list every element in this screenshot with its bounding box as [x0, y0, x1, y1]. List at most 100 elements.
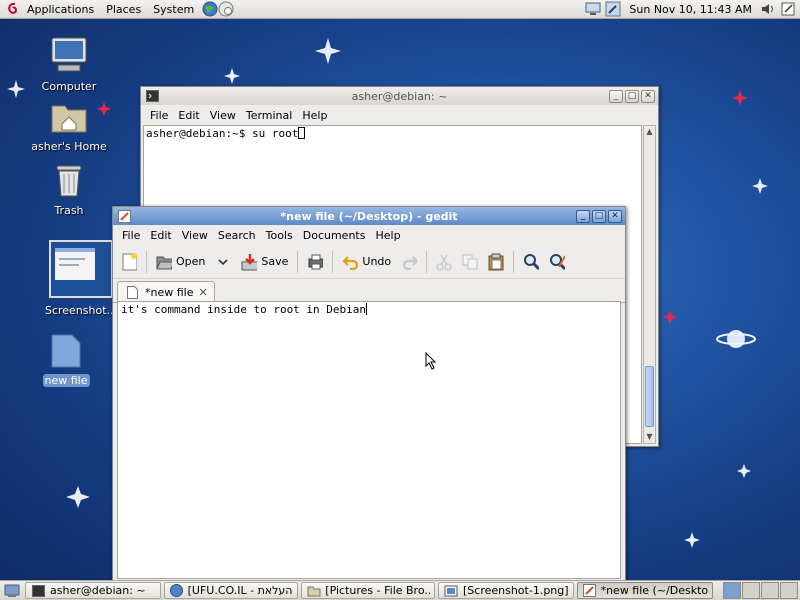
desktop-icon-home[interactable]: asher's Home — [28, 100, 110, 153]
undo-label: Undo — [362, 255, 392, 268]
new-document-button[interactable] — [117, 249, 141, 275]
gedit-icon — [582, 583, 597, 598]
paste-icon — [488, 253, 504, 270]
workspace-2[interactable] — [742, 582, 760, 599]
workspace-3[interactable] — [761, 582, 779, 599]
computer-icon — [28, 36, 110, 77]
open-button[interactable]: Open — [152, 249, 209, 275]
email-launcher-icon[interactable] — [218, 1, 234, 17]
save-icon — [241, 253, 258, 270]
maximize-button[interactable]: □ — [625, 89, 639, 103]
minimize-button[interactable]: _ — [576, 209, 590, 223]
desktop-icon-label: Screenshot... — [44, 304, 118, 317]
places-menu[interactable]: Places — [100, 3, 147, 16]
keyring-icon[interactable] — [605, 1, 621, 17]
scroll-up-arrow-icon[interactable]: ▲ — [644, 126, 655, 138]
find-replace-icon — [549, 253, 566, 270]
menu-help[interactable]: Help — [370, 229, 405, 242]
tab-label: *new file — [145, 286, 194, 299]
star-decor — [737, 464, 751, 478]
cut-button[interactable] — [432, 249, 456, 275]
desktop-icon-trash[interactable]: Trash — [28, 162, 110, 217]
web-browser-launcher-icon[interactable] — [202, 1, 218, 17]
print-button[interactable] — [303, 249, 327, 275]
gedit-menubar: File Edit View Search Tools Documents He… — [113, 225, 625, 245]
window-title: asher@debian: ~ — [351, 89, 448, 103]
debian-logo-icon[interactable] — [5, 1, 21, 17]
menu-search[interactable]: Search — [213, 229, 261, 242]
notes-applet-icon[interactable] — [780, 1, 796, 17]
save-button[interactable]: Save — [237, 249, 292, 275]
planet-decor — [716, 330, 756, 348]
toolbar-separator — [426, 250, 428, 273]
menu-help[interactable]: Help — [297, 109, 332, 122]
close-tab-icon[interactable]: ✕ — [199, 286, 208, 299]
maximize-button[interactable]: □ — [592, 209, 606, 223]
desktop-icon-computer[interactable]: Computer — [28, 36, 110, 93]
gedit-app-icon — [116, 208, 132, 224]
menu-edit[interactable]: Edit — [173, 109, 204, 122]
window-title: *new file (~/Desktop) - gedit — [280, 209, 458, 223]
scissors-icon — [436, 254, 452, 270]
recent-files-dropdown[interactable] — [211, 249, 235, 275]
paste-button[interactable] — [484, 249, 508, 275]
applications-menu[interactable]: Applications — [21, 3, 100, 16]
task-label: [UFU.CO.IL - העלאת... — [187, 584, 293, 597]
menu-file[interactable]: File — [117, 229, 145, 242]
menu-view[interactable]: View — [205, 109, 241, 122]
star-decor — [315, 38, 341, 64]
red-star-decor — [663, 310, 677, 324]
menu-view[interactable]: View — [177, 229, 213, 242]
workspace-1[interactable] — [723, 582, 741, 599]
tab-new-file[interactable]: *new file ✕ — [117, 281, 215, 303]
screenshot-thumbnail-icon — [40, 240, 122, 301]
terminal-icon — [30, 583, 46, 598]
desktop-icon-label: Trash — [54, 204, 84, 217]
redo-button[interactable] — [397, 249, 421, 275]
menu-file[interactable]: File — [145, 109, 173, 122]
gedit-titlebar[interactable]: *new file (~/Desktop) - gedit _ □ ✕ — [113, 207, 625, 225]
gedit-window[interactable]: *new file (~/Desktop) - gedit _ □ ✕ File… — [112, 206, 626, 582]
show-desktop-icon[interactable] — [2, 583, 22, 599]
desktop-icon-new-file[interactable]: new file — [25, 334, 107, 387]
scroll-down-arrow-icon[interactable]: ▼ — [644, 431, 655, 443]
document-icon — [124, 285, 140, 301]
system-menu[interactable]: System — [147, 3, 200, 16]
menu-tools[interactable]: Tools — [261, 229, 298, 242]
taskbar-item-terminal[interactable]: asher@debian: ~ — [25, 582, 161, 599]
menu-documents[interactable]: Documents — [298, 229, 371, 242]
terminal-titlebar[interactable]: asher@debian: ~ _ □ ✕ — [141, 87, 658, 105]
task-label: *new file (~/Deskto... — [600, 584, 708, 597]
task-label: [Pictures - File Bro... — [325, 584, 430, 597]
text-editor[interactable]: it's command inside to root in Debian — [117, 301, 621, 579]
scrollbar-thumb[interactable] — [645, 366, 654, 427]
toolbar-separator — [146, 250, 147, 273]
taskbar-item-gedit[interactable]: *new file (~/Deskto... — [577, 582, 713, 599]
network-monitor-icon[interactable] — [585, 1, 601, 17]
toolbar-separator — [513, 250, 515, 273]
task-label: asher@debian: ~ — [50, 584, 146, 597]
find-replace-button[interactable] — [545, 249, 569, 275]
taskbar-item-file-browser[interactable]: [Pictures - File Bro... — [301, 582, 435, 599]
volume-icon[interactable] — [760, 1, 776, 17]
minimize-button[interactable]: _ — [609, 89, 623, 103]
close-button[interactable]: ✕ — [608, 209, 622, 223]
workspace-4[interactable] — [780, 582, 798, 599]
undo-button[interactable]: Undo — [338, 249, 395, 275]
star-decor — [7, 80, 25, 98]
terminal-scrollbar[interactable]: ▲ ▼ — [643, 125, 656, 444]
star-decor — [752, 178, 768, 194]
menu-edit[interactable]: Edit — [145, 229, 176, 242]
folder-icon — [306, 583, 321, 598]
text-caret — [366, 303, 368, 315]
copy-icon — [462, 254, 478, 270]
image-icon — [443, 583, 459, 598]
taskbar-item-browser[interactable]: [UFU.CO.IL - העלאת... — [164, 582, 298, 599]
find-button[interactable] — [519, 249, 543, 275]
taskbar-item-image-viewer[interactable]: [Screenshot-1.png] — [438, 582, 574, 599]
desktop-icon-screenshot[interactable]: Screenshot... — [40, 240, 122, 317]
close-button[interactable]: ✕ — [641, 89, 655, 103]
clock[interactable]: Sun Nov 10, 11:43 AM — [625, 3, 756, 16]
copy-button[interactable] — [458, 249, 482, 275]
menu-terminal[interactable]: Terminal — [241, 109, 298, 122]
